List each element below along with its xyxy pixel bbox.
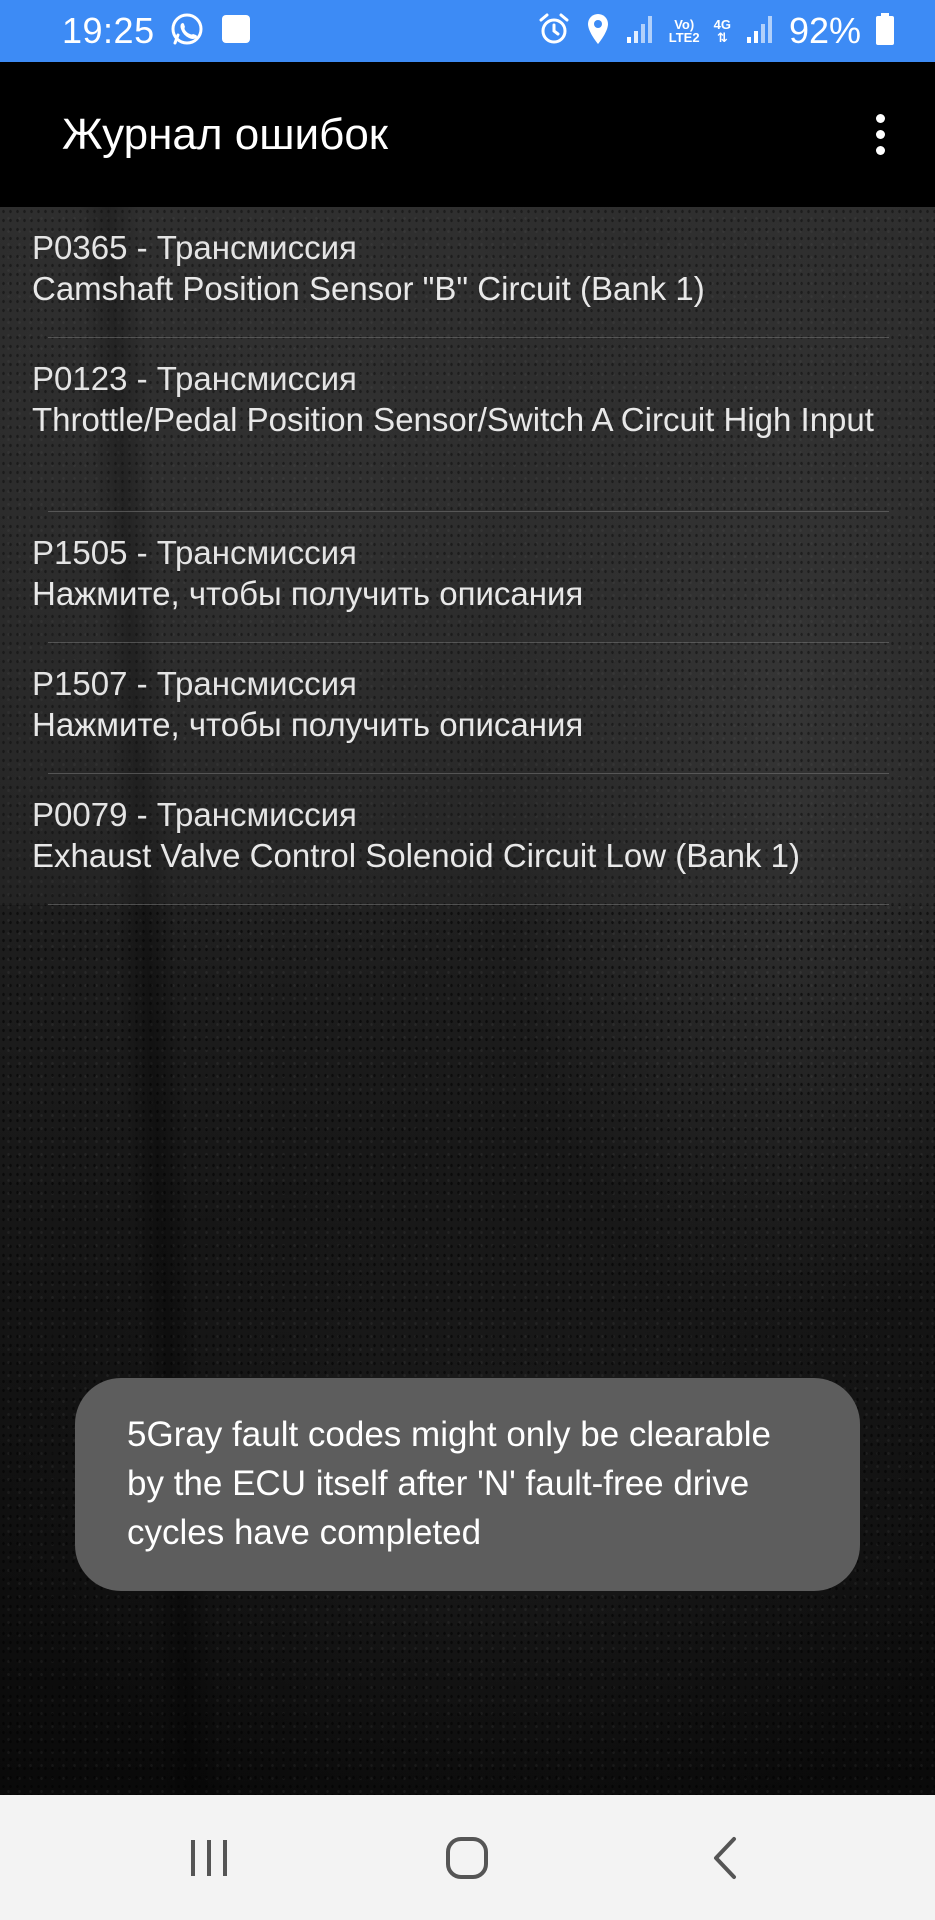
status-right-icons: Vo) LTE2 4G ⇅ 92% [537,10,895,52]
whatsapp-icon [169,11,205,52]
battery-percent: 92% [788,10,861,51]
notification-square-icon [221,14,251,49]
battery-icon [875,12,895,51]
code-description: Throttle/Pedal Position Sensor/Switch A … [32,401,874,438]
status-time: 19:25 [62,10,155,51]
divider [48,904,889,905]
network-label: Vo) LTE2 [668,17,700,45]
recent-apps-icon [191,1839,228,1876]
navigation-bar [0,1795,935,1920]
code-title: P0079 - Трансмиссия [32,796,357,833]
network-type: 4G ⇅ [713,17,731,45]
toast-message: 5Gray fault codes might only be clearabl… [75,1378,860,1591]
back-button[interactable] [666,1808,786,1908]
overflow-menu-icon[interactable] [855,105,905,165]
code-description: Нажмите, чтобы получить описания [32,706,584,743]
code-title: P0123 - Трансмиссия [32,360,357,397]
status-bar: 19:25 Vo) LTE2 4G ⇅ 92% [0,0,935,62]
code-title: P1507 - Трансмиссия [32,665,357,702]
home-icon [446,1836,489,1879]
fault-code-list: P0365 - Трансмиссия Camshaft Position Se… [0,207,935,905]
signal-icon [745,13,775,50]
code-description: Exhaust Valve Control Solenoid Circuit L… [32,837,800,874]
code-title: P1505 - Трансмиссия [32,534,357,571]
status-left-icons [169,11,251,52]
home-button[interactable] [407,1808,527,1908]
list-item[interactable]: P1505 - Трансмиссия Нажмите, чтобы получ… [0,512,935,643]
recent-apps-button[interactable] [149,1808,269,1908]
signal-icon [625,13,655,50]
code-description: Нажмите, чтобы получить описания [32,575,584,612]
back-icon [713,1836,736,1879]
data-arrows-icon: ⇅ [716,30,728,45]
app-bar: Журнал ошибок [0,62,935,207]
code-description: Camshaft Position Sensor "B" Circuit (Ba… [32,270,705,307]
list-item[interactable]: P1507 - Трансмиссия Нажмите, чтобы получ… [0,643,935,774]
code-title: P0365 - Трансмиссия [32,229,357,266]
page-title: Журнал ошибок [62,109,389,159]
list-item[interactable]: P0365 - Трансмиссия Camshaft Position Se… [0,207,935,338]
screen: 19:25 Vo) LTE2 4G ⇅ 92% Журнал ошибок P0… [0,0,935,1920]
location-icon [585,12,611,51]
list-item[interactable]: P0123 - Трансмиссия Throttle/Pedal Posit… [0,338,935,512]
list-item[interactable]: P0079 - Трансмиссия Exhaust Valve Contro… [0,774,935,905]
alarm-icon [537,12,571,51]
